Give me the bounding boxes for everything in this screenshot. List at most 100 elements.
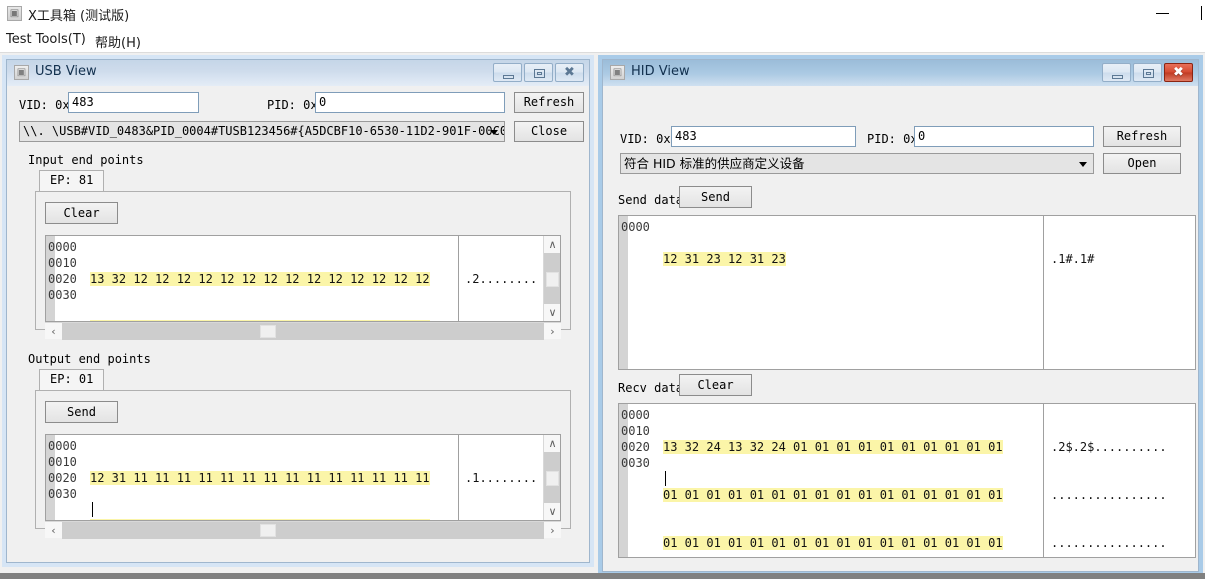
ascii-row: ................ bbox=[1051, 536, 1167, 550]
application-window: ▣ X工具箱 (测试版) Test Tools(T) 帮助(H) ▣ USB V… bbox=[0, 0, 1205, 579]
usb-input-vscrollbar[interactable]: ∧ ∨ bbox=[543, 236, 560, 321]
scroll-left-icon[interactable]: ‹ bbox=[45, 522, 62, 539]
hid-view-icon: ▣ bbox=[610, 65, 625, 80]
hex-separator bbox=[458, 236, 459, 321]
app-minimize-button[interactable] bbox=[1140, 0, 1186, 26]
scroll-left-icon[interactable]: ‹ bbox=[45, 323, 62, 340]
tab-ep-81[interactable]: EP: 81 bbox=[39, 170, 105, 191]
hscroll-track[interactable] bbox=[62, 323, 544, 340]
hex-address: 0010 bbox=[621, 424, 650, 438]
usb-output-vscrollbar[interactable]: ∧ ∨ bbox=[543, 435, 560, 520]
app-menubar: Test Tools(T) 帮助(H) bbox=[0, 28, 1205, 52]
hex-gutter bbox=[619, 216, 628, 369]
chevron-down-icon bbox=[490, 129, 498, 135]
usb-view-window-buttons: ✖ bbox=[493, 63, 584, 82]
hid-view-window-buttons: ✖ bbox=[1102, 63, 1193, 82]
hid-view-close-button[interactable]: ✖ bbox=[1164, 63, 1193, 82]
mdi-client-area: ▣ USB View ✖ VID: 0x 483 PID: 0x 0 Refre… bbox=[0, 52, 1205, 576]
usb-input-clear-button[interactable]: Clear bbox=[45, 202, 118, 224]
usb-close-button[interactable]: Close bbox=[514, 121, 584, 142]
hid-pid-input[interactable]: 0 bbox=[914, 126, 1094, 147]
hex-separator bbox=[1043, 404, 1044, 557]
usb-pid-input[interactable]: 0 bbox=[315, 92, 505, 113]
minimize-icon bbox=[503, 75, 514, 79]
hid-view-window[interactable]: ▣ HID View ✖ VID: 0x 483 PID: 0x 0 Refre… bbox=[598, 55, 1203, 576]
usb-input-hex-addresses: 0000 0010 0020 0030 bbox=[48, 239, 77, 303]
minimize-icon bbox=[1112, 75, 1123, 79]
hex-row: 01 01 01 01 01 01 01 01 01 01 01 01 01 0… bbox=[663, 488, 1003, 502]
scroll-down-icon[interactable]: ∨ bbox=[544, 503, 560, 520]
app-maximize-button[interactable] bbox=[1198, 0, 1205, 26]
hex-row: 12 31 23 12 31 23 bbox=[663, 252, 786, 266]
usb-vid-input[interactable]: 483 bbox=[68, 92, 199, 113]
usb-refresh-button[interactable]: Refresh bbox=[514, 92, 584, 113]
usb-input-group-label: Input end points bbox=[28, 153, 144, 167]
hex-row: 13 32 12 12 12 12 12 12 12 12 12 12 12 1… bbox=[90, 272, 430, 286]
hex-address: 0010 bbox=[48, 455, 77, 469]
usb-view-title: USB View bbox=[35, 64, 97, 79]
vscroll-thumb[interactable] bbox=[546, 471, 559, 486]
usb-device-path-combo[interactable]: \\. \USB#VID_0483&PID_0004#TUSB123456#{A… bbox=[19, 121, 505, 142]
app-titlebar: ▣ X工具箱 (测试版) bbox=[0, 0, 1205, 28]
hex-address: 0030 bbox=[48, 288, 77, 302]
hid-send-hex-bytes: 12 31 23 12 31 23 bbox=[663, 219, 786, 299]
hex-row: 13 32 24 13 32 24 01 01 01 01 01 01 01 0… bbox=[663, 440, 1003, 454]
usb-view-window[interactable]: ▣ USB View ✖ VID: 0x 483 PID: 0x 0 Refre… bbox=[2, 55, 594, 567]
menu-item-help[interactable]: 帮助(H) bbox=[92, 31, 144, 52]
hid-send-button[interactable]: Send bbox=[679, 186, 752, 208]
hid-recv-ascii: .2$.2$.......... ................ ......… bbox=[1051, 407, 1167, 557]
scroll-right-icon[interactable]: › bbox=[544, 323, 561, 340]
hid-view-inner: ▣ HID View ✖ VID: 0x 483 PID: 0x 0 Refre… bbox=[602, 59, 1199, 572]
hid-recv-hex-view[interactable]: 0000 0010 0020 0030 13 32 24 13 32 24 01… bbox=[618, 403, 1196, 558]
hex-address: 0000 bbox=[48, 439, 77, 453]
hid-refresh-button[interactable]: Refresh bbox=[1103, 126, 1181, 147]
ascii-row: .2$.2$.......... bbox=[1051, 440, 1167, 454]
hid-send-hex-view[interactable]: 0000 12 31 23 12 31 23 .1#.1# bbox=[618, 215, 1196, 370]
hscroll-thumb[interactable] bbox=[260, 524, 276, 537]
hid-recv-hex-bytes: 13 32 24 13 32 24 01 01 01 01 01 01 01 0… bbox=[663, 407, 1003, 557]
hid-view-minimize-button[interactable] bbox=[1102, 63, 1131, 82]
usb-output-hex-bytes: 12 31 11 11 11 11 11 11 11 11 11 11 11 1… bbox=[90, 438, 430, 520]
menu-item-test-tools[interactable]: Test Tools(T) bbox=[3, 31, 89, 48]
scroll-up-icon[interactable]: ∧ bbox=[544, 435, 560, 452]
usb-view-titlebar[interactable]: ▣ USB View ✖ bbox=[7, 60, 589, 87]
hid-view-title: HID View bbox=[631, 64, 690, 79]
usb-output-send-button[interactable]: Send bbox=[45, 401, 118, 423]
vscroll-thumb[interactable] bbox=[546, 272, 559, 287]
usb-view-close-button[interactable]: ✖ bbox=[555, 63, 584, 82]
usb-view-maximize-button[interactable] bbox=[524, 63, 553, 82]
scroll-down-icon[interactable]: ∨ bbox=[544, 304, 560, 321]
hid-view-maximize-button[interactable] bbox=[1133, 63, 1162, 82]
scroll-right-icon[interactable]: › bbox=[544, 522, 561, 539]
usb-input-tabstrip: EP: 81 bbox=[35, 170, 571, 192]
usb-input-hscrollbar[interactable]: ‹ › bbox=[45, 322, 561, 340]
close-icon: ✖ bbox=[1173, 65, 1184, 80]
usb-view-inner: ▣ USB View ✖ VID: 0x 483 PID: 0x 0 Refre… bbox=[6, 59, 590, 563]
usb-view-minimize-button[interactable] bbox=[493, 63, 522, 82]
hex-address: 0000 bbox=[48, 240, 77, 254]
scroll-up-icon[interactable]: ∧ bbox=[544, 236, 560, 253]
usb-input-hex-view[interactable]: 0000 0010 0020 0030 13 32 12 12 12 12 12… bbox=[45, 235, 561, 322]
chevron-down-icon bbox=[1079, 161, 1087, 167]
hscroll-thumb[interactable] bbox=[260, 325, 276, 338]
usb-output-hscrollbar[interactable]: ‹ › bbox=[45, 521, 561, 539]
maximize-icon bbox=[1143, 69, 1154, 78]
usb-output-group-label: Output end points bbox=[28, 352, 151, 366]
hid-clear-button[interactable]: Clear bbox=[679, 374, 752, 396]
hscroll-track[interactable] bbox=[62, 522, 544, 539]
hid-device-combo[interactable]: 符合 HID 标准的供应商定义设备 bbox=[620, 153, 1094, 174]
usb-output-hex-view[interactable]: 0000 0010 0020 0030 12 31 11 11 11 11 11… bbox=[45, 434, 561, 521]
hid-view-body: VID: 0x 483 PID: 0x 0 Refresh 符合 HID 标准的… bbox=[603, 86, 1198, 571]
hid-vid-input[interactable]: 483 bbox=[671, 126, 856, 147]
hex-address: 0030 bbox=[48, 487, 77, 501]
close-icon: ✖ bbox=[564, 65, 575, 80]
hid-send-ascii: .1#.1# bbox=[1051, 219, 1152, 299]
hex-separator bbox=[458, 435, 459, 520]
tab-ep-01[interactable]: EP: 01 bbox=[39, 369, 105, 390]
hid-vid-label: VID: 0x bbox=[620, 132, 671, 146]
hex-address: 0000 bbox=[621, 408, 650, 422]
hid-view-titlebar[interactable]: ▣ HID View ✖ bbox=[603, 60, 1198, 87]
hid-recv-hex-addresses: 0000 0010 0020 0030 bbox=[621, 407, 650, 471]
hex-address: 0020 bbox=[621, 440, 650, 454]
hid-open-button[interactable]: Open bbox=[1103, 153, 1181, 174]
